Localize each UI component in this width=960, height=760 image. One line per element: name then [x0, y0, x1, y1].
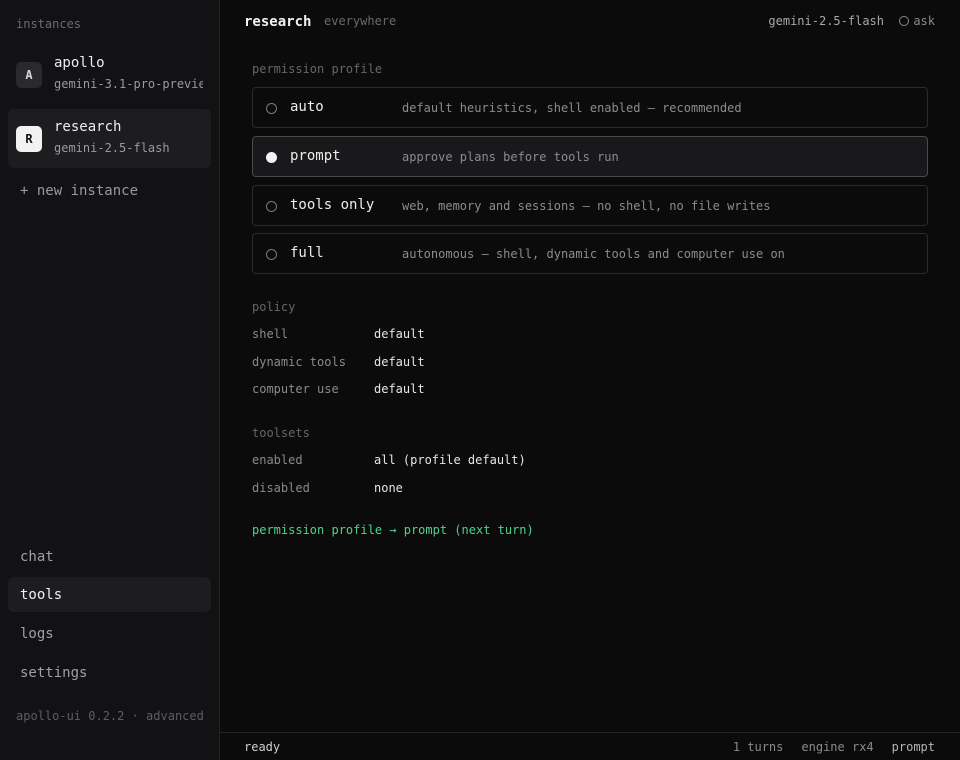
avatar: R [16, 126, 42, 152]
policy-key-dynamic-tools: dynamic tools [252, 355, 346, 369]
permission-profile-heading: permission profile [252, 62, 383, 76]
toolsets-key-disabled: disabled [252, 481, 310, 495]
nav-item-chat[interactable]: chat [8, 539, 211, 574]
toolsets-value-disabled[interactable]: none [374, 481, 403, 495]
ask-label: ask [913, 14, 935, 28]
toolsets-value-enabled[interactable]: all (profile default) [374, 453, 526, 467]
radio-icon [266, 201, 277, 212]
version-label: apollo-ui 0.2.2 · advanced [16, 709, 204, 723]
mode-label: prompt [891, 740, 935, 754]
model-label: gemini-2.5-flash [768, 14, 884, 28]
circle-icon [899, 16, 910, 26]
option-description: approve plans before tools run [402, 150, 619, 164]
profile-change-notice: permission profile → prompt (next turn) [252, 523, 534, 537]
option-name: prompt [290, 148, 341, 164]
profile-option-tools-only[interactable]: tools only web, memory and sessions — no… [252, 185, 928, 226]
radio-icon [266, 249, 277, 260]
option-description: web, memory and sessions — no shell, no … [402, 199, 771, 213]
engine-label: engine rx4 [801, 740, 874, 754]
option-description: autonomous — shell, dynamic tools and co… [402, 247, 785, 261]
avatar: A [16, 62, 42, 88]
policy-key-shell: shell [252, 327, 289, 341]
status-bar: ready 1 turns engine rx4 prompt [220, 732, 960, 760]
policy-value-shell[interactable]: default [374, 327, 425, 341]
profile-option-prompt[interactable]: prompt approve plans before tools run [252, 136, 928, 177]
instance-model: gemini-2.5-flash [54, 141, 170, 155]
instance-model: gemini-3.1-pro-preview [54, 77, 203, 91]
instance-name: research [54, 119, 122, 135]
radio-icon [266, 103, 277, 114]
new-instance-button[interactable]: + new instance [20, 183, 138, 199]
toolsets-heading: toolsets [252, 426, 310, 440]
profile-option-full[interactable]: full autonomous — shell, dynamic tools a… [252, 233, 928, 274]
option-name: full [290, 245, 324, 261]
sidebar: instances A apollo gemini-3.1-pro-previe… [0, 0, 220, 760]
ask-toggle[interactable]: ask [899, 14, 935, 28]
policy-heading: policy [252, 300, 296, 314]
toolsets-key-enabled: enabled [252, 453, 303, 467]
status-meta: 1 turns engine rx4 prompt [733, 740, 935, 754]
header: research everywhere gemini-2.5-flash ask [220, 0, 960, 44]
nav-item-settings[interactable]: settings [8, 655, 211, 690]
policy-value-computer-use[interactable]: default [374, 382, 425, 396]
option-name: tools only [290, 197, 375, 213]
option-name: auto [290, 99, 324, 115]
instance-name: apollo [54, 55, 105, 71]
nav-item-tools[interactable]: tools [8, 577, 211, 612]
page-title: research [244, 14, 312, 30]
nav-item-logs[interactable]: logs [8, 616, 211, 651]
profile-option-auto[interactable]: auto default heuristics, shell enabled —… [252, 87, 928, 128]
status-state: ready [244, 740, 281, 754]
turn-count: 1 turns [732, 740, 784, 754]
scope-label: everywhere [324, 14, 397, 28]
instance-research[interactable]: R research gemini-2.5-flash [8, 109, 211, 168]
instances-heading: instances [16, 17, 82, 31]
option-description: default heuristics, shell enabled — reco… [402, 101, 742, 115]
policy-key-computer-use: computer use [252, 382, 339, 396]
radio-selected-icon [266, 152, 277, 163]
instance-apollo[interactable]: A apollo gemini-3.1-pro-preview [8, 45, 211, 104]
policy-value-dynamic-tools[interactable]: default [374, 355, 425, 369]
